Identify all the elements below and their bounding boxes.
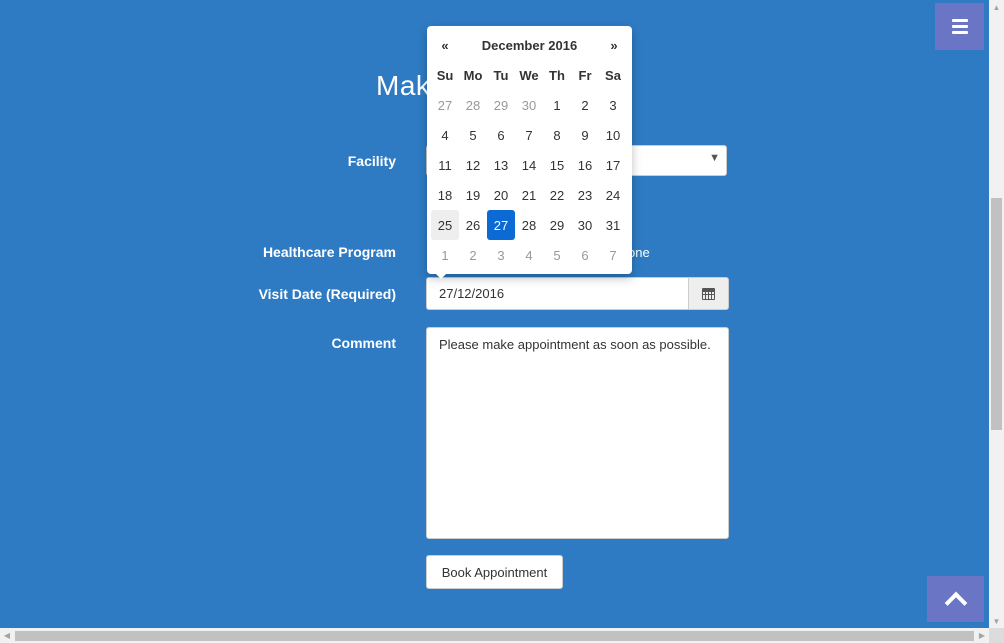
- datepicker-day[interactable]: 22: [543, 180, 571, 210]
- datepicker-day[interactable]: 1: [431, 240, 459, 270]
- datepicker-day[interactable]: 26: [459, 210, 487, 240]
- back-to-top-button[interactable]: [927, 576, 984, 622]
- datepicker-day[interactable]: 14: [515, 150, 543, 180]
- datepicker-day[interactable]: 18: [431, 180, 459, 210]
- datepicker-day[interactable]: 8: [543, 120, 571, 150]
- scrollbar-corner: [989, 628, 1004, 643]
- datepicker-grid: Su Mo Tu We Th Fr Sa 27 28 29 30 1 2 3 4 5 6 7 8 9 10…: [431, 60, 628, 270]
- day-of-week: We: [519, 67, 539, 83]
- datepicker-day[interactable]: 2: [571, 90, 599, 120]
- facility-label: Facility: [347, 153, 396, 169]
- datepicker-dow-row: Su Mo Tu We Th Fr Sa: [431, 60, 628, 90]
- datepicker-popup: « December 2016 » Su Mo Tu We Th Fr Sa 2…: [427, 26, 632, 274]
- comment-label: Comment: [331, 335, 396, 351]
- datepicker-day-selected[interactable]: 27: [487, 210, 515, 240]
- scroll-right-arrow-icon[interactable]: ▶: [975, 628, 989, 643]
- datepicker-header: « December 2016 »: [431, 30, 628, 60]
- dropdown-arrow-icon: ▼: [709, 152, 720, 164]
- datepicker-month-year[interactable]: December 2016: [459, 38, 600, 53]
- datepicker-day[interactable]: 29: [543, 210, 571, 240]
- hamburger-menu-icon: [951, 16, 968, 37]
- datepicker-day[interactable]: 23: [571, 180, 599, 210]
- datepicker-day[interactable]: 7: [599, 240, 627, 270]
- scroll-up-arrow-icon[interactable]: ▲: [989, 0, 1004, 14]
- calendar-button[interactable]: [688, 277, 729, 310]
- datepicker-week-row: 1234567: [431, 240, 628, 270]
- datepicker-day[interactable]: 30: [515, 90, 543, 120]
- book-appointment-button[interactable]: Book Appointment: [426, 555, 563, 589]
- datepicker-day[interactable]: 7: [515, 120, 543, 150]
- visit-date-input[interactable]: 27/12/2016: [426, 277, 689, 310]
- datepicker-day[interactable]: 19: [459, 180, 487, 210]
- day-of-week: Mo: [463, 67, 483, 83]
- datepicker-day[interactable]: 16: [571, 150, 599, 180]
- day-of-week: Sa: [605, 67, 621, 83]
- healthcare-program-label: Healthcare Program: [262, 244, 396, 260]
- datepicker-day[interactable]: 25: [431, 210, 459, 240]
- scroll-down-arrow-icon[interactable]: ▼: [989, 614, 1004, 628]
- chevron-up-icon: [944, 591, 967, 615]
- datepicker-week-row: 4 5 6 7 8 9 10: [431, 120, 628, 150]
- datepicker-day[interactable]: 13: [487, 150, 515, 180]
- day-of-week: Fr: [578, 67, 592, 83]
- scroll-left-arrow-icon[interactable]: ◀: [0, 628, 14, 643]
- datepicker-day[interactable]: 1: [543, 90, 571, 120]
- datepicker-day[interactable]: 2: [459, 240, 487, 270]
- datepicker-day[interactable]: 29: [487, 90, 515, 120]
- horizontal-scrollbar-thumb[interactable]: [15, 631, 974, 641]
- visit-date-label: Visit Date (Required): [258, 286, 396, 302]
- datepicker-next-button[interactable]: »: [600, 38, 628, 53]
- datepicker-day[interactable]: 20: [487, 180, 515, 210]
- datepicker-day[interactable]: 3: [487, 240, 515, 270]
- datepicker-day[interactable]: 17: [599, 150, 627, 180]
- datepicker-day[interactable]: 4: [515, 240, 543, 270]
- datepicker-week-row: 11 12 13 14 15 16 17: [431, 150, 628, 180]
- datepicker-day[interactable]: 27: [431, 90, 459, 120]
- datepicker-day[interactable]: 5: [459, 120, 487, 150]
- datepicker-day[interactable]: 6: [571, 240, 599, 270]
- datepicker-day[interactable]: 21: [515, 180, 543, 210]
- day-of-week: Th: [549, 67, 565, 83]
- datepicker-day[interactable]: 11: [431, 150, 459, 180]
- datepicker-caret: [434, 272, 448, 279]
- datepicker-week-row: 25 26 27 28 29 30 31: [431, 210, 628, 240]
- datepicker-day[interactable]: 31: [599, 210, 627, 240]
- day-of-week: Tu: [493, 67, 509, 83]
- datepicker-day[interactable]: 6: [487, 120, 515, 150]
- datepicker-prev-button[interactable]: «: [431, 38, 459, 53]
- calendar-icon: [702, 287, 715, 300]
- vertical-scrollbar-thumb[interactable]: [991, 198, 1002, 430]
- datepicker-day[interactable]: 28: [459, 90, 487, 120]
- page-title: Mak: [376, 70, 431, 101]
- menu-button[interactable]: [935, 3, 984, 50]
- day-of-week: Su: [436, 67, 454, 83]
- datepicker-day[interactable]: 15: [543, 150, 571, 180]
- datepicker-day[interactable]: 30: [571, 210, 599, 240]
- comment-textarea[interactable]: Please make appointment as soon as possi…: [426, 327, 729, 539]
- datepicker-week-row: 18 19 20 21 22 23 24: [431, 180, 628, 210]
- datepicker-day[interactable]: 4: [431, 120, 459, 150]
- datepicker-day[interactable]: 12: [459, 150, 487, 180]
- datepicker-day[interactable]: 10: [599, 120, 627, 150]
- datepicker-day[interactable]: 28: [515, 210, 543, 240]
- datepicker-day[interactable]: 5: [543, 240, 571, 270]
- datepicker-week-row: 27 28 29 30 1 2 3: [431, 90, 628, 120]
- datepicker-day[interactable]: 24: [599, 180, 627, 210]
- datepicker-day[interactable]: 9: [571, 120, 599, 150]
- datepicker-day[interactable]: 3: [599, 90, 627, 120]
